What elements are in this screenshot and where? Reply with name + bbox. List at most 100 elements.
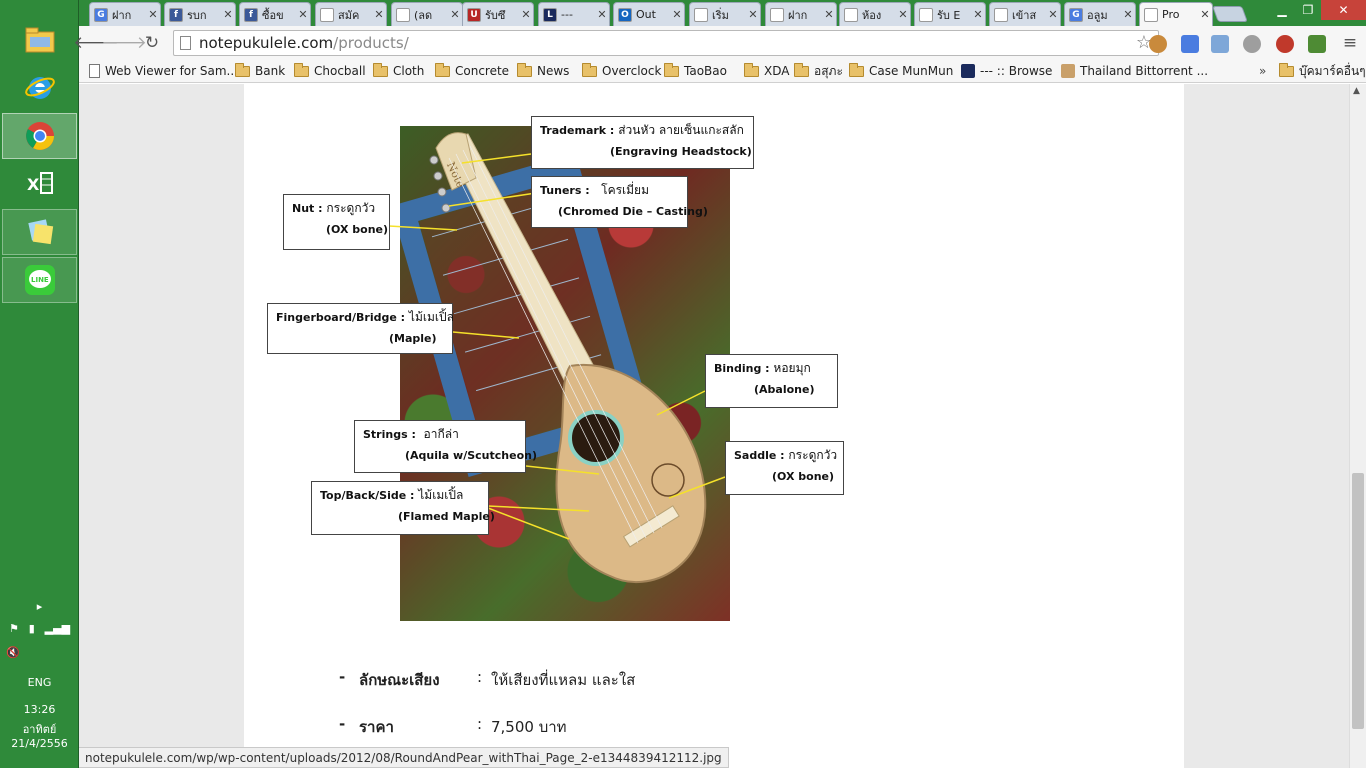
screen-capture-extension-icon[interactable] — [1211, 35, 1229, 53]
folder-icon — [435, 62, 450, 77]
tab-favicon-icon — [694, 7, 708, 22]
tab-title: Out — [636, 8, 656, 21]
tab-close-icon[interactable]: ✕ — [971, 8, 985, 21]
file-explorer-icon[interactable] — [2, 16, 77, 62]
browser-tab[interactable]: f รบก ✕ — [164, 2, 236, 26]
folder-icon — [373, 62, 388, 77]
internet-explorer-icon[interactable] — [2, 64, 77, 110]
lastpass-extension-icon[interactable] — [1276, 35, 1294, 53]
reload-button[interactable]: ↻ — [141, 32, 163, 54]
label-fingerboard-bridge: Fingerboard/Bridge : ไม้เมเปิ้ล (Maple) — [267, 303, 454, 354]
check-extension-icon[interactable] — [1308, 35, 1326, 53]
flag-icon[interactable]: ⚑ — [9, 622, 19, 635]
scrollbar-thumb[interactable] — [1352, 473, 1364, 729]
chrome-icon[interactable] — [2, 113, 77, 159]
bookmark-item[interactable]: Thailand Bittorrent ... — [1061, 62, 1208, 80]
tab-close-icon[interactable]: ✕ — [896, 8, 910, 21]
tab-close-icon[interactable]: ✕ — [746, 8, 760, 21]
browser-tab[interactable]: สมัค ✕ — [315, 2, 387, 26]
chrome-menu-icon[interactable]: ≡ — [1339, 32, 1361, 54]
bookmark-item[interactable]: Cloth — [373, 62, 424, 80]
bookmark-item[interactable]: News — [517, 62, 569, 80]
browser-tab[interactable]: G อลูม ✕ — [1064, 2, 1136, 26]
minimize-button[interactable]: ▁ — [1269, 0, 1295, 20]
browser-tab[interactable]: O Out ✕ — [613, 2, 685, 26]
folder-icon — [1279, 62, 1294, 77]
tab-title: รบก — [187, 8, 207, 22]
bookmark-item[interactable]: Case MunMun — [849, 62, 953, 80]
tab-close-icon[interactable]: ✕ — [146, 8, 160, 21]
translate-extension-icon[interactable] — [1181, 35, 1199, 53]
folder-icon — [235, 62, 250, 77]
bookmark-item[interactable]: Bank — [235, 62, 285, 80]
bookmark-label: XDA — [764, 64, 790, 78]
bookmark-item[interactable]: TaoBao — [664, 62, 727, 80]
restore-button[interactable]: ❐ — [1295, 0, 1321, 20]
tab-close-icon[interactable]: ✕ — [221, 8, 235, 21]
tab-close-icon[interactable]: ✕ — [595, 8, 609, 21]
address-bar[interactable]: notepukulele.com/products/ ☆ — [173, 30, 1159, 56]
forward-button[interactable]: 🡒 — [101, 32, 147, 54]
tab-favicon-icon: G — [94, 7, 108, 22]
browser-tab[interactable]: U รับซึ ✕ — [462, 2, 534, 26]
tab-title: (ลด — [414, 8, 433, 22]
browser-toolbar: 🡐 🡒 ↻ notepukulele.com/products/ ☆ ≡ — [73, 26, 1366, 59]
scroll-up-icon[interactable]: ▲ — [1353, 86, 1360, 96]
tab-title: ห้อง — [862, 8, 882, 22]
line-app-icon[interactable]: LINE — [2, 257, 77, 303]
volume-muted-icon[interactable]: 🔇 — [0, 646, 79, 659]
language-indicator[interactable]: ENG — [0, 676, 79, 689]
tab-close-icon[interactable]: ✕ — [670, 8, 684, 21]
tray-expand-icon[interactable]: ▸ — [0, 600, 79, 613]
bookmark-item[interactable]: Web Viewer for Sam... — [89, 62, 238, 80]
browser-tab[interactable]: รับ E ✕ — [914, 2, 986, 26]
browser-tab[interactable]: ห้อง ✕ — [839, 2, 911, 26]
taskbar: X LINE ▸ ⚑ ▮ ▂▄▆ 🔇 ENG 13:26 อาทิตย์ 21/… — [0, 0, 79, 768]
tab-close-icon[interactable]: ✕ — [1046, 8, 1060, 21]
browser-tab[interactable]: f ซื้อข ✕ — [239, 2, 311, 26]
tab-title: อลูม — [1087, 8, 1108, 22]
cookie-extension-icon[interactable] — [1149, 35, 1167, 53]
bookmark-item[interactable]: อสุภะ — [794, 62, 843, 80]
browser-tab[interactable]: เริ่ม ✕ — [689, 2, 761, 26]
sticky-notes-icon[interactable] — [2, 209, 77, 255]
tab-close-icon[interactable]: ✕ — [519, 8, 533, 21]
bookmarks-overflow-button[interactable]: » — [1259, 62, 1266, 80]
tab-close-icon[interactable]: ✕ — [822, 8, 836, 21]
browser-tab[interactable]: ฝาก ✕ — [765, 2, 837, 26]
browser-tab[interactable]: เข้าส ✕ — [989, 2, 1061, 26]
browser-window: G ฝาก ✕ f รบก ✕ f ซื้อข ✕ สมัค ✕ (ลด ✕ U รับซึ ✕ L --- ✕ O O… — [73, 0, 1366, 768]
bookmark-label: Chocball — [314, 64, 366, 78]
bookmark-item[interactable]: XDA — [744, 62, 789, 80]
tab-close-icon[interactable]: ✕ — [448, 8, 462, 21]
bookmark-label: News — [537, 64, 570, 78]
signal-icon[interactable]: ▂▄▆ — [45, 622, 70, 635]
tab-close-icon[interactable]: ✕ — [372, 8, 386, 21]
vertical-scrollbar[interactable]: ▲ — [1349, 84, 1366, 768]
close-window-button[interactable]: ✕ — [1321, 0, 1366, 20]
globe-extension-icon[interactable] — [1243, 35, 1261, 53]
browser-tab[interactable]: G ฝาก ✕ — [89, 2, 161, 26]
tab-close-icon[interactable]: ✕ — [1121, 8, 1135, 21]
tab-favicon-icon — [320, 7, 334, 22]
browser-tab[interactable]: (ลด ✕ — [391, 2, 463, 26]
excel-icon[interactable]: X — [2, 160, 77, 206]
tab-close-icon[interactable]: ✕ — [1198, 8, 1212, 21]
tab-favicon-icon: U — [467, 7, 481, 22]
clock-day[interactable]: อาทิตย์ — [0, 720, 79, 738]
other-bookmarks-button[interactable]: บุ๊คมาร์คอื่นๆ — [1279, 62, 1366, 80]
bookmark-item[interactable]: Concrete — [435, 62, 509, 80]
browser-tab[interactable]: Pro ✕ — [1139, 2, 1213, 26]
url-host: notepukulele.com — [199, 34, 334, 52]
bookmark-item[interactable]: --- :: Browse — [961, 62, 1052, 80]
battery-icon[interactable]: ▮ — [29, 622, 35, 635]
new-tab-button[interactable] — [1212, 6, 1248, 22]
browser-tab[interactable]: L --- ✕ — [538, 2, 610, 26]
bookmark-label: TaoBao — [684, 64, 727, 78]
clock-date[interactable]: 21/4/2556 — [0, 737, 79, 750]
bookmark-item[interactable]: Overclock — [582, 62, 661, 80]
tab-strip: G ฝาก ✕ f รบก ✕ f ซื้อข ✕ สมัค ✕ (ลด ✕ U รับซึ ✕ L --- ✕ O O… — [79, 0, 1366, 26]
tab-close-icon[interactable]: ✕ — [296, 8, 310, 21]
clock-time[interactable]: 13:26 — [0, 703, 79, 716]
bookmark-item[interactable]: Chocball — [294, 62, 366, 80]
